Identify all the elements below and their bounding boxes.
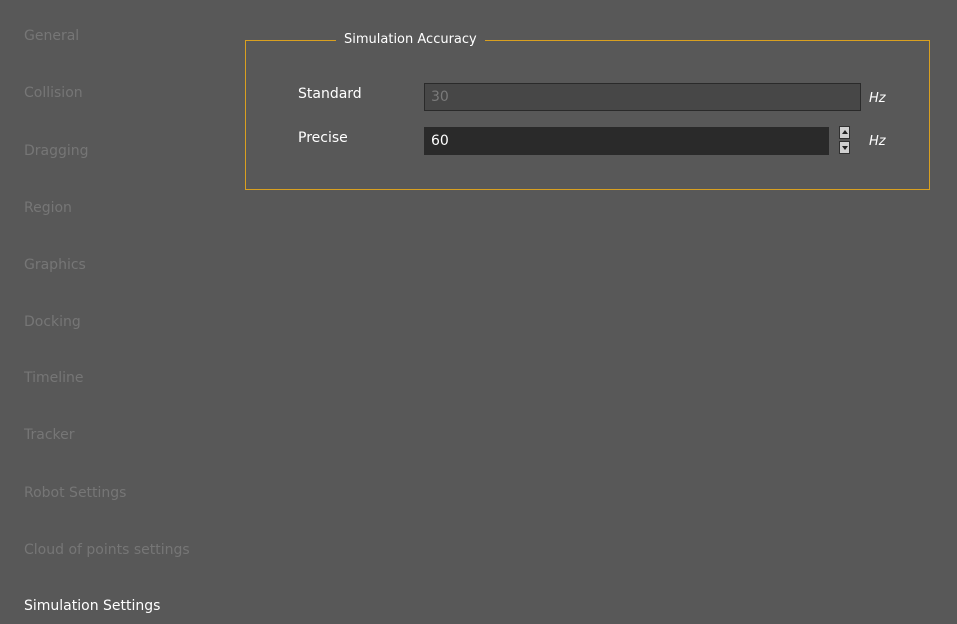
group-title: Simulation Accuracy xyxy=(336,32,485,47)
sidebar-item-docking[interactable]: Docking xyxy=(24,314,81,330)
standard-unit: Hz xyxy=(869,91,886,106)
spin-down-button[interactable] xyxy=(839,141,850,154)
sidebar-item-graphics[interactable]: Graphics xyxy=(24,257,86,273)
sidebar-item-tracker[interactable]: Tracker xyxy=(24,427,75,443)
sidebar-item-region[interactable]: Region xyxy=(24,200,72,216)
precise-unit: Hz xyxy=(869,134,886,149)
sidebar-item-robot-settings[interactable]: Robot Settings xyxy=(24,485,126,501)
standard-field: 30 xyxy=(424,83,861,111)
sidebar-item-simulation-settings[interactable]: Simulation Settings xyxy=(24,598,160,614)
standard-label: Standard xyxy=(298,86,362,102)
precise-label: Precise xyxy=(298,130,348,146)
sidebar-item-general[interactable]: General xyxy=(24,28,79,44)
spin-up-button[interactable] xyxy=(839,126,850,139)
sidebar-item-cloud-of-points-settings[interactable]: Cloud of points settings xyxy=(24,542,190,558)
sidebar-item-collision[interactable]: Collision xyxy=(24,85,83,101)
sidebar-item-dragging[interactable]: Dragging xyxy=(24,143,89,159)
sidebar-item-timeline[interactable]: Timeline xyxy=(24,370,84,386)
settings-sidebar: General Collision Dragging Region Graphi… xyxy=(0,0,230,624)
simulation-accuracy-group: Simulation Accuracy Standard 30 Hz Preci… xyxy=(245,32,930,190)
precise-input[interactable]: 60 xyxy=(424,127,829,155)
